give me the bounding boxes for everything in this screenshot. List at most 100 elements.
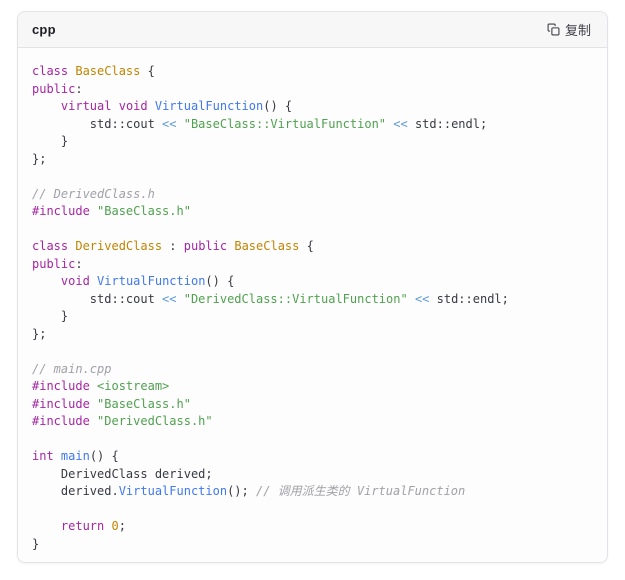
code-token [177, 292, 184, 306]
code-token: #include [32, 397, 90, 411]
code-token: () { [90, 449, 119, 463]
code-token: "BaseClass.h" [97, 204, 191, 218]
copy-button[interactable]: 复制 [545, 18, 593, 41]
code-token [177, 117, 184, 131]
code-token [408, 292, 415, 306]
code-token [148, 99, 155, 113]
code-token: << [393, 117, 407, 131]
code-line: std::cout << "DerivedClass::VirtualFunct… [32, 291, 593, 309]
code-token: std::cout [32, 292, 162, 306]
code-token: 0 [112, 519, 119, 533]
code-token: int [32, 449, 54, 463]
code-token: #include [32, 379, 90, 393]
code-token: std::endl; [429, 292, 508, 306]
code-line [32, 343, 593, 361]
code-line: }; [32, 326, 593, 344]
code-token: virtual [61, 99, 112, 113]
code-token: class [32, 239, 68, 253]
code-line: return 0; [32, 518, 593, 536]
code-line: } [32, 133, 593, 151]
code-line: DerivedClass derived; [32, 466, 593, 484]
code-token: #include [32, 204, 90, 218]
code-block-card: cpp 复制 class BaseClass {public: virtual … [17, 11, 608, 563]
code-line: int main() { [32, 448, 593, 466]
code-line: derived.VirtualFunction(); // 调用派生类的 Vir… [32, 483, 593, 501]
code-line [32, 168, 593, 186]
code-token: << [415, 292, 429, 306]
code-token [111, 99, 118, 113]
code-token: () { [263, 99, 292, 113]
code-line: #include "DerivedClass.h" [32, 413, 593, 431]
code-token: "DerivedClass.h" [97, 414, 213, 428]
code-token: : [162, 239, 184, 253]
code-token: // main.cpp [32, 362, 111, 376]
code-token: } [32, 309, 68, 323]
code-line: std::cout << "BaseClass::VirtualFunction… [32, 116, 593, 134]
code-token [32, 519, 61, 533]
code-token: BaseClass [75, 64, 140, 78]
code-token: VirtualFunction [97, 274, 205, 288]
code-line: virtual void VirtualFunction() { [32, 98, 593, 116]
code-token: public [184, 239, 227, 253]
code-line: public: [32, 81, 593, 99]
code-token [32, 274, 61, 288]
code-token: () { [205, 274, 234, 288]
code-line: class DerivedClass : public BaseClass { [32, 238, 593, 256]
code-token: DerivedClass derived; [32, 467, 213, 481]
code-token: #include [32, 414, 90, 428]
code-token: DerivedClass [75, 239, 162, 253]
code-token [104, 519, 111, 533]
code-token [90, 274, 97, 288]
code-line [32, 501, 593, 519]
code-token: // DerivedClass.h [32, 187, 155, 201]
code-token: <iostream> [97, 379, 169, 393]
code-token [90, 414, 97, 428]
code-line [32, 431, 593, 449]
code-line: #include "BaseClass.h" [32, 203, 593, 221]
code-token: << [162, 292, 176, 306]
code-token: main [61, 449, 90, 463]
code-line: } [32, 536, 593, 554]
code-token [54, 449, 61, 463]
code-token: class [32, 64, 68, 78]
code-token: void [61, 274, 90, 288]
code-token: } [32, 134, 68, 148]
code-token: VirtualFunction [119, 484, 227, 498]
code-line: void VirtualFunction() { [32, 273, 593, 291]
code-token: void [119, 99, 148, 113]
code-token: BaseClass [234, 239, 299, 253]
code-line: #include "BaseClass.h" [32, 396, 593, 414]
code-token [90, 204, 97, 218]
code-line: #include <iostream> [32, 378, 593, 396]
code-token: "BaseClass.h" [97, 397, 191, 411]
code-token: << [162, 117, 176, 131]
code-token: derived. [32, 484, 119, 498]
code-token: } [32, 537, 39, 551]
code-line: // DerivedClass.h [32, 186, 593, 204]
code-line: }; [32, 151, 593, 169]
code-token [32, 99, 61, 113]
code-token [90, 397, 97, 411]
code-language-label: cpp [32, 22, 56, 37]
code-token: return [61, 519, 104, 533]
code-line: } [32, 308, 593, 326]
code-token: : [75, 82, 82, 96]
code-token: public [32, 82, 75, 96]
copy-button-label: 复制 [565, 20, 591, 39]
code-token: (); [227, 484, 256, 498]
code-content: class BaseClass {public: virtual void Vi… [18, 48, 607, 563]
code-token: }; [32, 327, 46, 341]
code-line: class BaseClass { [32, 63, 593, 81]
code-token: std::endl; [408, 117, 487, 131]
code-line: public: [32, 256, 593, 274]
code-token: { [299, 239, 313, 253]
code-token: }; [32, 152, 46, 166]
code-token [90, 379, 97, 393]
code-block-header: cpp 复制 [18, 12, 607, 48]
code-token: "DerivedClass::VirtualFunction" [184, 292, 408, 306]
code-token: public [32, 257, 75, 271]
code-token: : [75, 257, 82, 271]
code-token: std::cout [32, 117, 162, 131]
code-line: // main.cpp [32, 361, 593, 379]
code-token: ; [119, 519, 126, 533]
